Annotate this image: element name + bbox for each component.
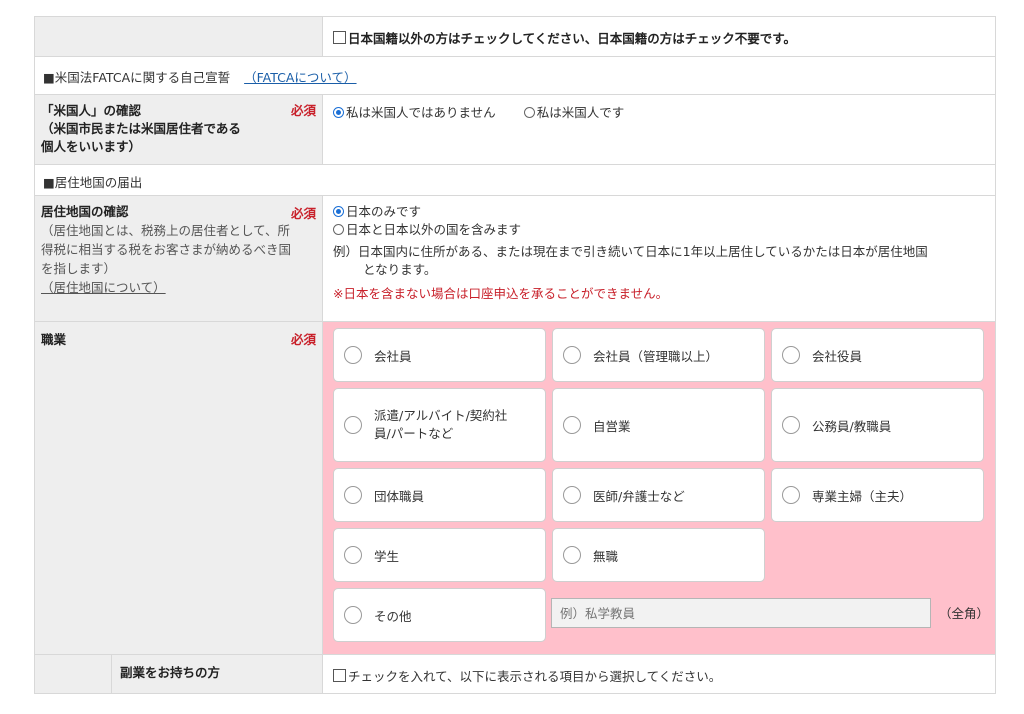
side-job-checkbox-label: チェックを入れて、以下に表示される項目から選択してください。 xyxy=(348,669,722,684)
occupation-option-unemployed[interactable]: 無職 xyxy=(552,528,765,582)
residence-label-cell: 居住地国の確認 必須 （居住地国とは、税務上の居住者として、所 得税に相当する税… xyxy=(35,196,323,321)
side-job-checkbox[interactable] xyxy=(333,669,346,682)
residence-note-2: 得税に相当する税をお客さまが納めるべき国 xyxy=(41,242,292,257)
option-label: 団体職員 xyxy=(374,488,425,504)
option-label: 日本のみです xyxy=(346,204,422,219)
nationality-checkbox-label: 日本国籍以外の方はチェックしてください、日本国籍の方はチェック不要です。 xyxy=(348,31,797,46)
radio-icon xyxy=(782,486,800,504)
residence-label: 居住地国の確認 xyxy=(41,204,129,219)
option-label: 私は米国人です xyxy=(536,105,625,120)
radio-selected-icon xyxy=(333,107,344,118)
nationality-cell: 日本国籍以外の方はチェックしてください、日本国籍の方はチェック不要です。 xyxy=(323,17,995,56)
radio-icon xyxy=(344,486,362,504)
residence-note-1: （居住地国とは、税務上の居住者として、所 xyxy=(41,223,291,238)
radio-icon xyxy=(782,346,800,364)
us-person-label-sub1: （米国市民または米国居住者である xyxy=(41,121,241,136)
residence-note-3: を指します） xyxy=(41,261,117,276)
residence-link[interactable]: （居住地国について） xyxy=(41,278,316,297)
option-label: 日本と日本以外の国を含みます xyxy=(346,222,522,237)
us-person-row: 「米国人」の確認 （米国市民または米国居住者である 個人をいいます） 必須 私は… xyxy=(35,95,995,165)
residence-example-1: 例）日本国内に住所がある、または現在まで引き続いて日本に1年以上居住しているかた… xyxy=(333,244,928,259)
option-label: 学生 xyxy=(374,548,400,564)
option-label: 私は米国人ではありません xyxy=(346,105,496,120)
occupation-option-manager[interactable]: 会社員（管理職以上） xyxy=(552,328,765,382)
us-person-option-not-us[interactable]: 私は米国人ではありません xyxy=(333,102,496,121)
option-label: 会社員（管理職以上） xyxy=(593,348,719,364)
required-badge: 必須 xyxy=(290,332,316,347)
occupation-option-company-employee[interactable]: 会社員 xyxy=(333,328,546,382)
fatca-section-row: ■米国法FATCAに関する自己宣誓 （FATCAについて） xyxy=(35,57,995,95)
occupation-row: 職業 必須 会社員 会社員（管理職以上） 会社役員 派遣/アルバイト/契約社 員/… xyxy=(35,322,995,655)
fatca-link[interactable]: （FATCAについて） xyxy=(244,70,356,85)
option-label: 会社員 xyxy=(374,348,412,364)
residence-section-title: ■居住地国の届出 xyxy=(35,165,995,195)
residence-options: 日本のみです 日本と日本以外の国を含みます 例）日本国内に住所がある、または現在… xyxy=(323,196,995,321)
occupation-option-other[interactable]: その他 xyxy=(333,588,546,642)
occupation-option-part-time[interactable]: 派遣/アルバイト/契約社 員/パートなど xyxy=(333,388,546,462)
nationality-checkbox[interactable] xyxy=(333,31,346,44)
option-label: 会社役員 xyxy=(812,348,863,364)
us-person-label-sub2: 個人をいいます） xyxy=(41,139,142,154)
residence-section-row: ■居住地国の届出 xyxy=(35,165,995,196)
fatca-section-header: ■米国法FATCAに関する自己宣誓 （FATCAについて） xyxy=(35,57,995,94)
radio-icon xyxy=(333,224,344,235)
residence-example-2: となります。 xyxy=(363,262,437,277)
option-label-line1: 派遣/アルバイト/契約社 xyxy=(374,408,508,423)
occupation-option-self-employed[interactable]: 自営業 xyxy=(552,388,765,462)
radio-icon xyxy=(563,416,581,434)
occupation-option-executive[interactable]: 会社役員 xyxy=(771,328,984,382)
residence-option-japan-only[interactable]: 日本のみです xyxy=(333,203,985,221)
fatca-section-title: ■米国法FATCAに関する自己宣誓 xyxy=(43,70,231,85)
radio-icon xyxy=(523,107,535,118)
us-person-label-cell: 「米国人」の確認 （米国市民または米国居住者である 個人をいいます） 必須 xyxy=(35,95,323,164)
residence-row: 居住地国の確認 必須 （居住地国とは、税務上の居住者として、所 得税に相当する税… xyxy=(35,196,995,322)
residence-warning: ※日本を含まない場合は口座申込を承ることができません。 xyxy=(333,286,669,301)
option-label: 公務員/教職員 xyxy=(812,418,892,434)
side-job-label: 副業をお持ちの方 xyxy=(120,665,221,680)
radio-icon xyxy=(344,346,362,364)
occupation-options-panel: 会社員 会社員（管理職以上） 会社役員 派遣/アルバイト/契約社 員/パートなど … xyxy=(323,322,995,654)
occupation-option-civil-servant[interactable]: 公務員/教職員 xyxy=(771,388,984,462)
radio-icon xyxy=(563,346,581,364)
radio-icon xyxy=(563,546,581,564)
full-width-note: （全角） xyxy=(939,606,990,621)
option-label: 無職 xyxy=(593,548,619,564)
occupation-label-cell: 職業 必須 xyxy=(35,322,323,654)
side-job-row: 副業をお持ちの方 チェックを入れて、以下に表示される項目から選択してください。 xyxy=(35,655,995,693)
side-job-cell: チェックを入れて、以下に表示される項目から選択してください。 xyxy=(323,655,995,693)
side-job-label-cell: 副業をお持ちの方 xyxy=(112,655,323,693)
residence-option-japan-and-other[interactable]: 日本と日本以外の国を含みます xyxy=(333,221,985,239)
option-label: 医師/弁護士など xyxy=(593,488,685,504)
side-job-indent-cell xyxy=(35,655,112,693)
option-label-line2: 員/パートなど xyxy=(374,426,454,441)
option-label: 派遣/アルバイト/契約社 員/パートなど xyxy=(374,407,507,443)
nationality-label-cell xyxy=(35,17,323,56)
option-label: 専業主婦（主夫） xyxy=(812,488,913,504)
radio-icon xyxy=(344,606,362,624)
required-badge: 必須 xyxy=(290,103,316,118)
occupation-option-homemaker[interactable]: 専業主婦（主夫） xyxy=(771,468,984,522)
occupation-option-organization-staff[interactable]: 団体職員 xyxy=(333,468,546,522)
radio-selected-icon xyxy=(333,206,344,217)
occupation-option-student[interactable]: 学生 xyxy=(333,528,546,582)
option-label: その他 xyxy=(374,608,412,624)
occupation-label: 職業 xyxy=(41,332,67,347)
radio-icon xyxy=(344,546,362,564)
us-person-option-us[interactable]: 私は米国人です xyxy=(523,102,625,121)
nationality-row: 日本国籍以外の方はチェックしてください、日本国籍の方はチェック不要です。 xyxy=(35,17,995,57)
option-label: 自営業 xyxy=(593,418,631,434)
occupation-option-doctor-lawyer[interactable]: 医師/弁護士など xyxy=(552,468,765,522)
account-application-form: 日本国籍以外の方はチェックしてください、日本国籍の方はチェック不要です。 ■米国… xyxy=(34,16,996,694)
occupation-other-input[interactable] xyxy=(551,598,931,628)
radio-icon xyxy=(782,416,800,434)
us-person-label: 「米国人」の確認 xyxy=(41,103,142,118)
radio-icon xyxy=(344,416,362,434)
radio-icon xyxy=(563,486,581,504)
required-badge: 必須 xyxy=(290,206,316,221)
us-person-options: 私は米国人ではありません 私は米国人です xyxy=(323,95,995,164)
